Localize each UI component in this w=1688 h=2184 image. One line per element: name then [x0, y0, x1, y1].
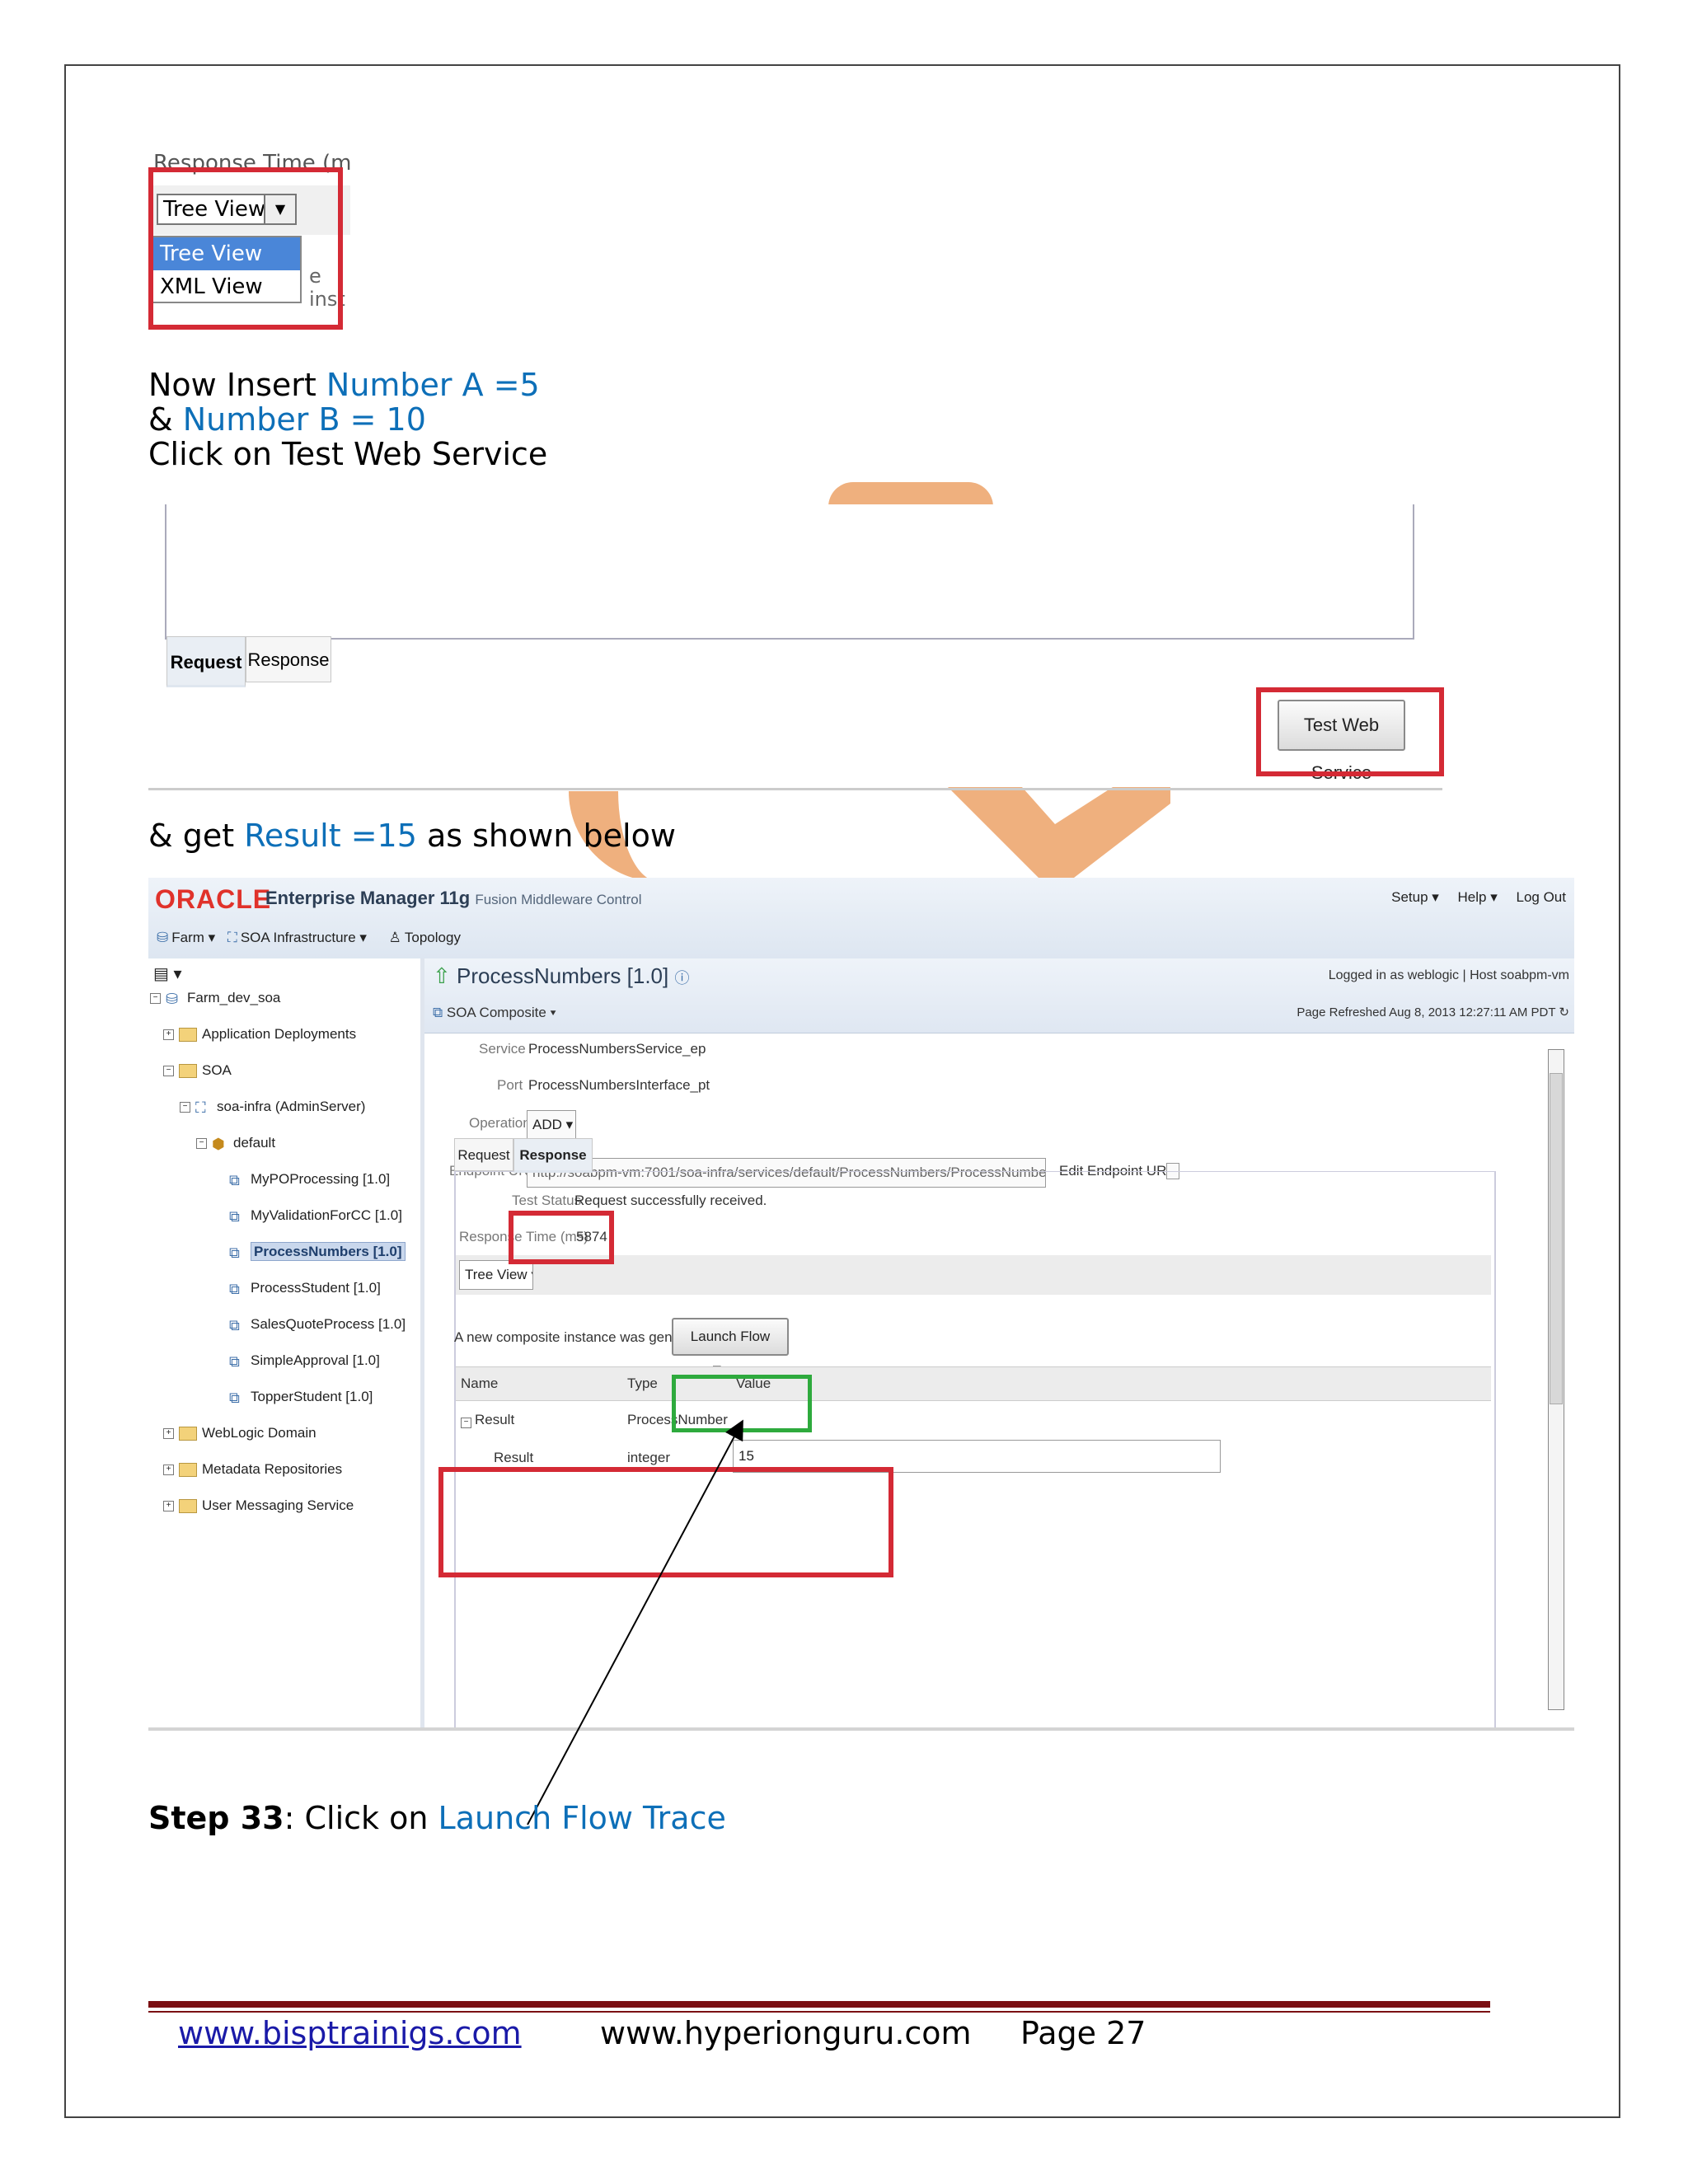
footer-link-bisp[interactable]: www.bisptrainigs.com [178, 2016, 522, 2050]
footer-page: Page 27 [1020, 2015, 1146, 2051]
step-line: Step 33: Click on Launch Flow Trace [148, 1800, 726, 1836]
footer-site2: www.hyperionguru.com [600, 2015, 972, 2051]
step-link: Launch Flow Trace [438, 1800, 726, 1836]
footer-rule-thin [148, 2011, 1490, 2013]
footer-rule [148, 2001, 1490, 2008]
step-label: Step 33 [148, 1800, 284, 1836]
annotation-arrow [527, 1419, 743, 1825]
